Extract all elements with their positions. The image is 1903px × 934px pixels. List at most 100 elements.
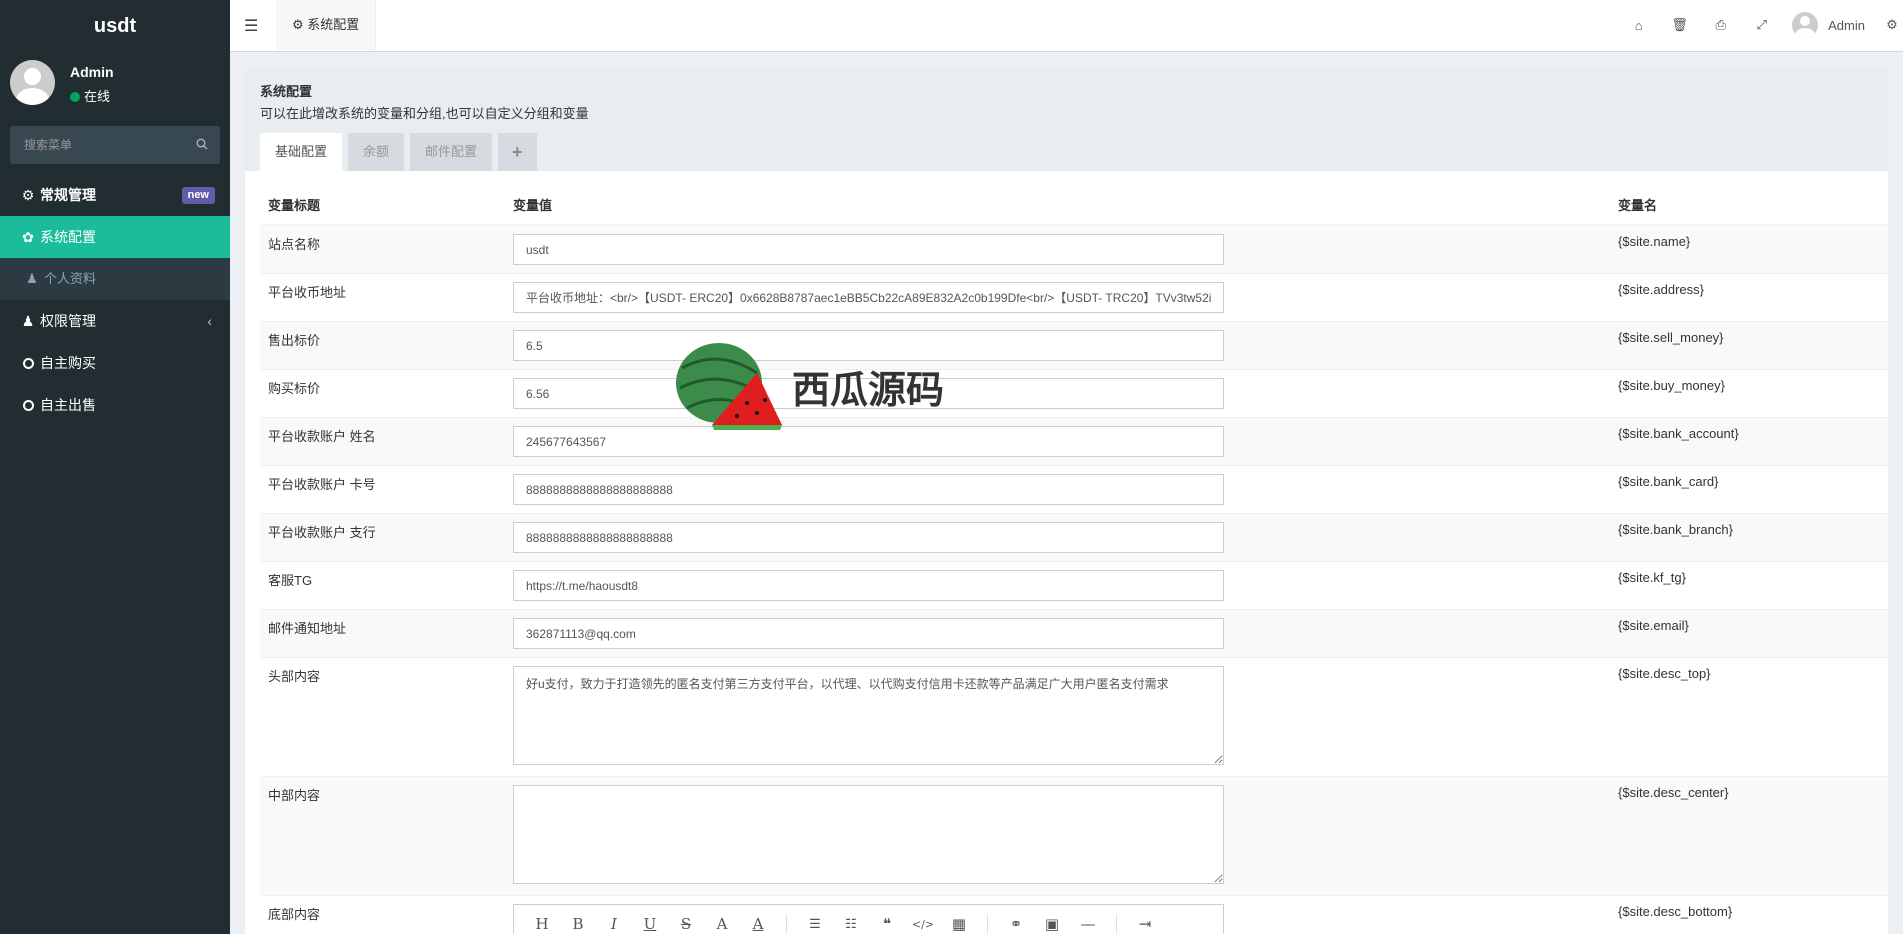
language-icon[interactable]: ⎙	[1700, 17, 1741, 33]
trash-icon[interactable]: 🗑	[1659, 17, 1700, 33]
image-icon[interactable]: ▣	[1034, 915, 1070, 933]
row-label: 售出标价	[260, 321, 505, 370]
background-color-button[interactable]: A	[740, 915, 776, 933]
row-var: {$site.bank_account}	[1610, 417, 1888, 466]
code-icon[interactable]: </>	[905, 918, 941, 931]
table-row: 邮件通知地址 {$site.email}	[260, 609, 1888, 658]
tab-system-config[interactable]: ⚙ 系统配置	[276, 0, 377, 50]
toolbar-divider	[987, 915, 988, 933]
sidebar-item-label: 系统配置	[40, 229, 96, 245]
table-row: 平台收币地址 {$site.address}	[260, 273, 1888, 322]
quote-icon[interactable]: ❝	[869, 915, 905, 933]
table-row: 中部内容 {$site.desc_center}	[260, 776, 1888, 896]
cogs-icon: ⚙	[21, 187, 35, 203]
row-var: {$site.desc_top}	[1610, 657, 1888, 777]
table-row: 平台收款账户 姓名 {$site.bank_account}	[260, 417, 1888, 466]
user-name: Admin	[70, 64, 114, 80]
avatar	[10, 60, 55, 105]
top-navbar: ☰ ⚙ 系统配置 ⌂ 🗑 ⎙ ⤢ Admin ⚙	[230, 0, 1903, 52]
link-icon[interactable]: ⚭	[998, 915, 1034, 933]
row-label: 购买标价	[260, 369, 505, 418]
search-input[interactable]	[10, 126, 220, 164]
tab-basic[interactable]: 基础配置	[260, 133, 343, 171]
heading-button[interactable]: H	[524, 915, 560, 933]
sidebar-item-system-config[interactable]: ✿ 系统配置	[0, 216, 230, 258]
table-row: 头部内容 好u支付，致力于打造领先的匿名支付第三方支付平台，以代理、以代购支付信…	[260, 657, 1888, 777]
bank-card-input[interactable]	[513, 474, 1224, 505]
page-description: 可以在此增改系统的变量和分组,也可以自定义分组和变量	[260, 106, 589, 121]
row-label: 客服TG	[260, 561, 505, 610]
desc-center-textarea[interactable]	[513, 785, 1224, 884]
circle-icon	[22, 358, 34, 369]
underline-button[interactable]: U	[632, 915, 668, 933]
table-row: 客服TG {$site.kf_tg}	[260, 561, 1888, 610]
desc-top-textarea[interactable]: 好u支付，致力于打造领先的匿名支付第三方支付平台，以代理、以代购支付信用卡还款等…	[513, 666, 1224, 765]
circle-icon	[22, 400, 34, 411]
sidebar-item-buy[interactable]: 自主购买	[0, 342, 230, 384]
sidebar-item-sell[interactable]: 自主出售	[0, 384, 230, 426]
horizontal-rule-icon[interactable]: —	[1070, 915, 1106, 933]
sidebar-item-profile[interactable]: ♟ 个人资料	[0, 258, 230, 300]
bank-account-input[interactable]	[513, 426, 1224, 457]
sidebar-item-permissions[interactable]: ♟ 权限管理 ‹	[0, 300, 230, 342]
rich-text-toolbar: H B I U S A A ☰ ☷ ❝ </> ▦ ⚭ ▣ — ⇥	[513, 904, 1224, 934]
unordered-list-icon[interactable]: ☷	[833, 917, 869, 932]
app-logo[interactable]: usdt	[0, 0, 230, 52]
add-tab-button[interactable]: +	[498, 133, 537, 171]
config-table: 变量标题 变量值 变量名 站点名称 {$site.name} 平台收币地址 {$…	[260, 185, 1888, 934]
font-color-button[interactable]: A	[704, 915, 740, 933]
row-var: {$site.desc_center}	[1610, 776, 1888, 896]
row-label: 平台收款账户 支行	[260, 513, 505, 562]
row-var: {$site.buy_money}	[1610, 369, 1888, 418]
row-var: {$site.sell_money}	[1610, 321, 1888, 370]
kf-tg-input[interactable]	[513, 570, 1224, 601]
menu-toggle-icon[interactable]: ☰	[244, 16, 258, 36]
table-row: 平台收款账户 支行 {$site.bank_branch}	[260, 513, 1888, 562]
sidebar-item-general[interactable]: ⚙ 常规管理 new	[0, 174, 230, 216]
address-input[interactable]	[513, 282, 1224, 313]
italic-button[interactable]: I	[596, 915, 632, 933]
table-row: 购买标价 {$site.buy_money}	[260, 369, 1888, 418]
user-status-text: 在线	[84, 89, 111, 104]
buy-price-input[interactable]	[513, 378, 1224, 409]
sidebar: usdt Admin 在线 ⚙ 常规管理 new ✿ 系统配置 ♟ 个人资料 ♟ 权限管…	[0, 0, 230, 934]
top-user-name: Admin	[1828, 17, 1865, 33]
site-name-input[interactable]	[513, 234, 1224, 265]
row-var: {$site.email}	[1610, 609, 1888, 658]
sidebar-item-label: 自主购买	[40, 355, 96, 371]
page-title: 系统配置	[260, 84, 313, 99]
indent-icon[interactable]: ⇥	[1127, 915, 1163, 933]
toolbar-divider	[1116, 915, 1117, 933]
sidebar-item-label: 权限管理	[40, 313, 96, 329]
main-content: 系统配置 可以在此增改系统的变量和分组,也可以自定义分组和变量 基础配置 余额 …	[245, 67, 1888, 934]
chevron-left-icon: ‹	[207, 313, 212, 329]
table-row: 底部内容 H B I U S A A ☰ ☷ ❝ </> ▦ ⚭ ▣ — ⇥ {…	[260, 895, 1888, 934]
settings-icon[interactable]: ⚙	[1881, 17, 1903, 33]
bold-button[interactable]: B	[560, 915, 596, 933]
column-header: 变量名	[1610, 185, 1888, 226]
search-box	[10, 126, 220, 164]
row-var: {$site.address}	[1610, 273, 1888, 322]
user-status: 在线	[70, 86, 110, 105]
sell-price-input[interactable]	[513, 330, 1224, 361]
table-icon[interactable]: ▦	[941, 915, 977, 933]
gear-icon: ✿	[22, 229, 34, 245]
online-dot-icon	[70, 92, 80, 102]
tab-email[interactable]: 邮件配置	[410, 133, 493, 171]
table-row: 平台收款账户 卡号 {$site.bank_card}	[260, 465, 1888, 514]
tab-balance[interactable]: 余额	[348, 133, 405, 171]
search-icon[interactable]	[196, 138, 208, 150]
top-user-menu[interactable]: Admin	[1782, 12, 1881, 38]
email-input[interactable]	[513, 618, 1224, 649]
strikethrough-button[interactable]: S	[668, 915, 704, 933]
ordered-list-icon[interactable]: ☰	[797, 917, 833, 932]
home-icon[interactable]: ⌂	[1618, 18, 1659, 33]
table-row: 售出标价 {$site.sell_money}	[260, 321, 1888, 370]
bank-branch-input[interactable]	[513, 522, 1224, 553]
sidebar-item-label: 自主出售	[40, 397, 96, 413]
sidebar-menu: ⚙ 常规管理 new ✿ 系统配置 ♟ 个人资料 ♟ 权限管理 ‹ 自主购买 自主出售	[0, 174, 230, 426]
row-label: 头部内容	[260, 657, 505, 777]
users-icon: ♟	[21, 313, 35, 329]
fullscreen-icon[interactable]: ⤢	[1741, 17, 1782, 33]
row-label: 平台收款账户 卡号	[260, 465, 505, 514]
